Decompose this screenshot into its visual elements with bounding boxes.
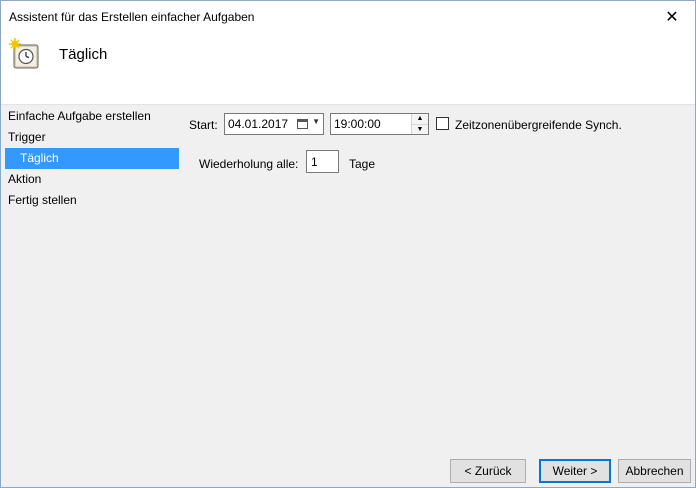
chevron-down-icon[interactable]: ▼ [312,117,320,126]
start-time-field[interactable]: 19:00:00 ▲ ▼ [330,113,429,135]
close-button[interactable]: ✕ [649,1,695,32]
nav-step-create-task[interactable]: Einfache Aufgabe erstellen [1,106,181,127]
repeat-days-input[interactable]: 1 [306,150,339,173]
next-button[interactable]: Weiter > [539,459,611,483]
timezone-sync-label[interactable]: Zeitzonenübergreifende Synch. [455,118,622,132]
repeat-unit-label: Tage [349,157,376,171]
start-date-picker[interactable]: 04.01.2017 ▼ [224,113,324,135]
spin-down-icon[interactable]: ▼ [412,124,428,134]
nav-step-action[interactable]: Aktion [1,169,181,190]
cancel-button[interactable]: Abbrechen [618,459,691,483]
title-bar: Assistent für das Erstellen einfacher Au… [1,1,695,32]
start-label: Start: [189,118,218,132]
page-title: Täglich [59,46,108,63]
nav-step-trigger[interactable]: Trigger [1,127,181,148]
timezone-sync-checkbox[interactable] [436,117,449,130]
task-scheduler-clock-icon [9,38,39,69]
close-icon: ✕ [665,8,679,26]
window-title: Assistent für das Erstellen einfacher Au… [9,10,255,24]
calendar-icon[interactable] [297,119,308,129]
spin-up-icon[interactable]: ▲ [412,114,428,124]
nav-step-daily[interactable]: Täglich [5,148,179,169]
nav-step-finish[interactable]: Fertig stellen [1,190,181,211]
start-date-value: 04.01.2017 [228,117,289,131]
repeat-days-value: 1 [311,155,318,169]
wizard-header: Täglich [1,32,695,105]
start-time-value: 19:00:00 [334,117,381,131]
wizard-steps-nav: Einfache Aufgabe erstellen Trigger Tägli… [1,106,181,211]
repeat-label: Wiederholung alle: [199,157,299,171]
wizard-window: Assistent für das Erstellen einfacher Au… [0,0,696,488]
back-button[interactable]: < Zurück [450,459,526,483]
time-spinner[interactable]: ▲ ▼ [411,114,428,134]
